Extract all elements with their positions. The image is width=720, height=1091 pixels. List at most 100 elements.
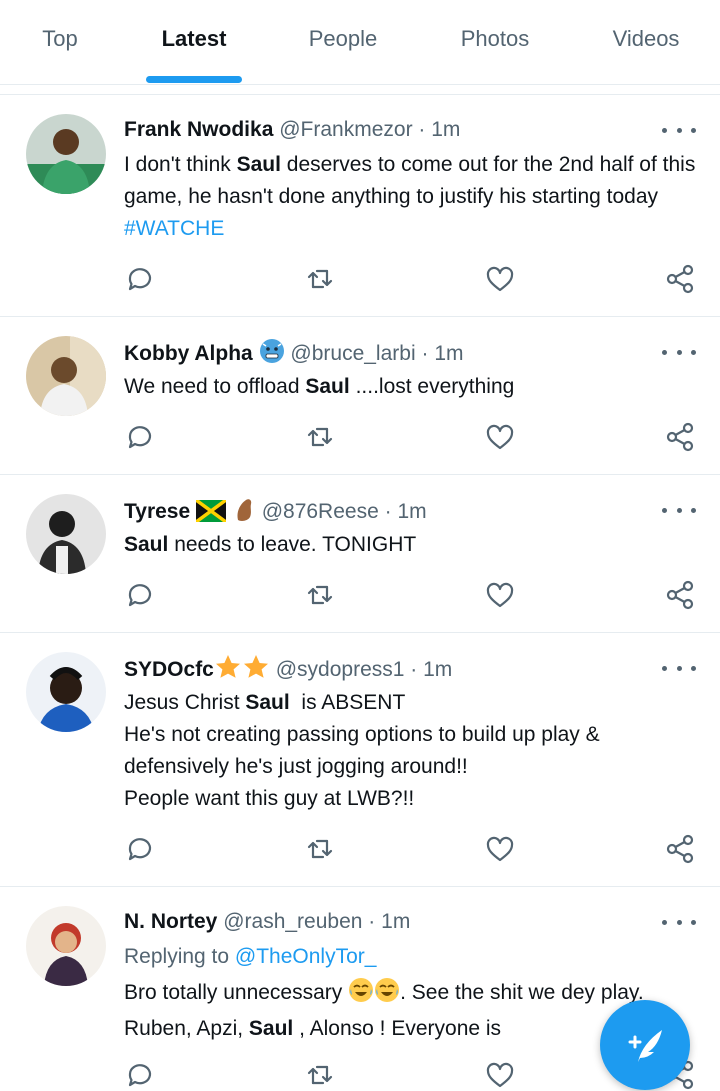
highlight-term: Saul: [248, 1017, 294, 1040]
like-icon[interactable]: [484, 1059, 516, 1091]
like-icon[interactable]: [484, 833, 516, 865]
tweet-actions: [124, 263, 704, 295]
user-handle[interactable]: @sydopress1: [276, 658, 405, 681]
more-icon[interactable]: [662, 342, 696, 362]
timestamp[interactable]: 1m: [397, 500, 426, 523]
like-icon[interactable]: [484, 579, 516, 611]
tweet-header: Frank Nwodika @Frankmezor · 1m: [124, 116, 460, 144]
retweet-icon[interactable]: [304, 579, 336, 611]
like-icon[interactable]: [484, 263, 516, 295]
display-name[interactable]: Kobby Alpha: [124, 342, 253, 365]
highlight-term: Saul: [124, 533, 169, 556]
replying-to-label: Replying to: [124, 945, 230, 968]
reply-icon[interactable]: [124, 833, 156, 865]
separator: ·: [421, 342, 429, 365]
tab-photos[interactable]: Photos: [461, 26, 530, 52]
cold-face-emoji: [259, 338, 285, 372]
tab-people[interactable]: People: [309, 26, 378, 52]
active-tab-indicator: [146, 76, 242, 83]
more-icon[interactable]: [662, 500, 696, 520]
search-tabs: Top Latest People Photos Videos: [0, 0, 720, 85]
separator: ·: [418, 118, 426, 141]
tab-videos[interactable]: Videos: [613, 26, 680, 52]
timestamp[interactable]: 1m: [434, 342, 463, 365]
like-icon[interactable]: [484, 421, 516, 453]
separator: ·: [410, 658, 418, 681]
highlight-term: Saul: [236, 153, 281, 176]
timestamp[interactable]: 1m: [423, 658, 452, 681]
tears-of-joy-emoji: [374, 977, 400, 1013]
text-line: He's not creating passing options to bui…: [124, 723, 600, 778]
tweet-header: SYDOcfc @sydopress1 · 1m: [124, 654, 452, 688]
text-line: Jesus Christ Saul is ABSENT: [124, 687, 704, 719]
tweet-actions: [124, 579, 704, 611]
separator: ·: [384, 500, 392, 523]
tweet-4[interactable]: SYDOcfc @sydopress1 · 1m Jesus Christ Sa…: [0, 633, 720, 887]
share-icon[interactable]: [664, 579, 696, 611]
share-icon[interactable]: [664, 421, 696, 453]
reply-icon[interactable]: [124, 263, 156, 295]
tweet-text: Saul needs to leave. TONIGHT: [124, 529, 704, 561]
arm-emoji: [232, 496, 256, 530]
timestamp[interactable]: 1m: [431, 118, 460, 141]
avatar[interactable]: [26, 494, 106, 574]
tweet-2[interactable]: Kobby Alpha @bruce_larbi · 1m We need to…: [0, 317, 720, 475]
tweet-header: Tyrese @876Reese · 1m: [124, 496, 427, 530]
star-emoji: [242, 654, 270, 688]
tweet-header: Kobby Alpha @bruce_larbi · 1m: [124, 338, 464, 372]
tweet-actions: [124, 833, 704, 865]
hashtag-link[interactable]: #WATCHE: [124, 217, 224, 240]
tears-of-joy-emoji: [348, 977, 374, 1013]
text-span: Jesus Christ: [124, 691, 246, 714]
text-span: needs to leave. TONIGHT: [168, 533, 417, 556]
tab-top[interactable]: Top: [42, 26, 77, 52]
retweet-icon[interactable]: [304, 263, 336, 295]
highlight-term: Saul: [305, 375, 350, 398]
replying-to-handle[interactable]: @TheOnlyTor_: [235, 945, 377, 968]
tweet-text: We need to offload Saul ....lost everyth…: [124, 371, 704, 403]
reply-icon[interactable]: [124, 579, 156, 611]
text-line: People want this guy at LWB?!!: [124, 787, 415, 810]
display-name[interactable]: Tyrese: [124, 500, 190, 523]
star-emoji: [214, 654, 242, 688]
tweet-text: I don't think Saul deserves to come out …: [124, 149, 704, 245]
more-icon[interactable]: [662, 658, 696, 678]
user-handle[interactable]: @bruce_larbi: [290, 342, 415, 365]
reply-icon[interactable]: [124, 1059, 156, 1091]
retweet-icon[interactable]: [304, 833, 336, 865]
tweet-header: N. Nortey @rash_reuben · 1m: [124, 908, 410, 936]
display-name[interactable]: SYDOcfc: [124, 658, 214, 681]
share-icon[interactable]: [664, 263, 696, 295]
tweet-1[interactable]: Frank Nwodika @Frankmezor · 1m I don't t…: [0, 95, 720, 317]
text-span: ....lost everything: [349, 375, 515, 398]
text-span: Bro totally unnecessary: [124, 981, 349, 1004]
avatar[interactable]: [26, 114, 106, 194]
text-span: I don't think: [124, 153, 237, 176]
jamaica-flag-emoji: [194, 498, 228, 530]
user-handle[interactable]: @876Reese: [262, 500, 379, 523]
avatar[interactable]: [26, 906, 106, 986]
reply-icon[interactable]: [124, 421, 156, 453]
retweet-icon[interactable]: [304, 421, 336, 453]
user-handle[interactable]: @rash_reuben: [223, 910, 362, 933]
separator: ·: [368, 910, 376, 933]
timestamp[interactable]: 1m: [381, 910, 410, 933]
tweet-actions: [124, 421, 704, 453]
text-span: We need to offload: [124, 375, 306, 398]
retweet-icon[interactable]: [304, 1059, 336, 1091]
tweet-3[interactable]: Tyrese @876Reese · 1m Saul needs to leav…: [0, 475, 720, 633]
more-icon[interactable]: [662, 912, 696, 932]
share-icon[interactable]: [664, 833, 696, 865]
reply-context: Replying to @TheOnlyTor_: [124, 941, 704, 973]
compose-tweet-button[interactable]: [600, 1000, 690, 1090]
more-icon[interactable]: [662, 120, 696, 140]
text-span: is ABSENT: [289, 691, 406, 714]
tab-latest[interactable]: Latest: [162, 26, 227, 52]
highlight-term: Saul: [245, 691, 290, 714]
display-name[interactable]: Frank Nwodika: [124, 118, 273, 141]
user-handle[interactable]: @Frankmezor: [279, 118, 412, 141]
display-name[interactable]: N. Nortey: [124, 910, 217, 933]
avatar[interactable]: [26, 336, 106, 416]
avatar[interactable]: [26, 652, 106, 732]
tweet-text: Jesus Christ Saul is ABSENT He's not cre…: [124, 687, 704, 815]
